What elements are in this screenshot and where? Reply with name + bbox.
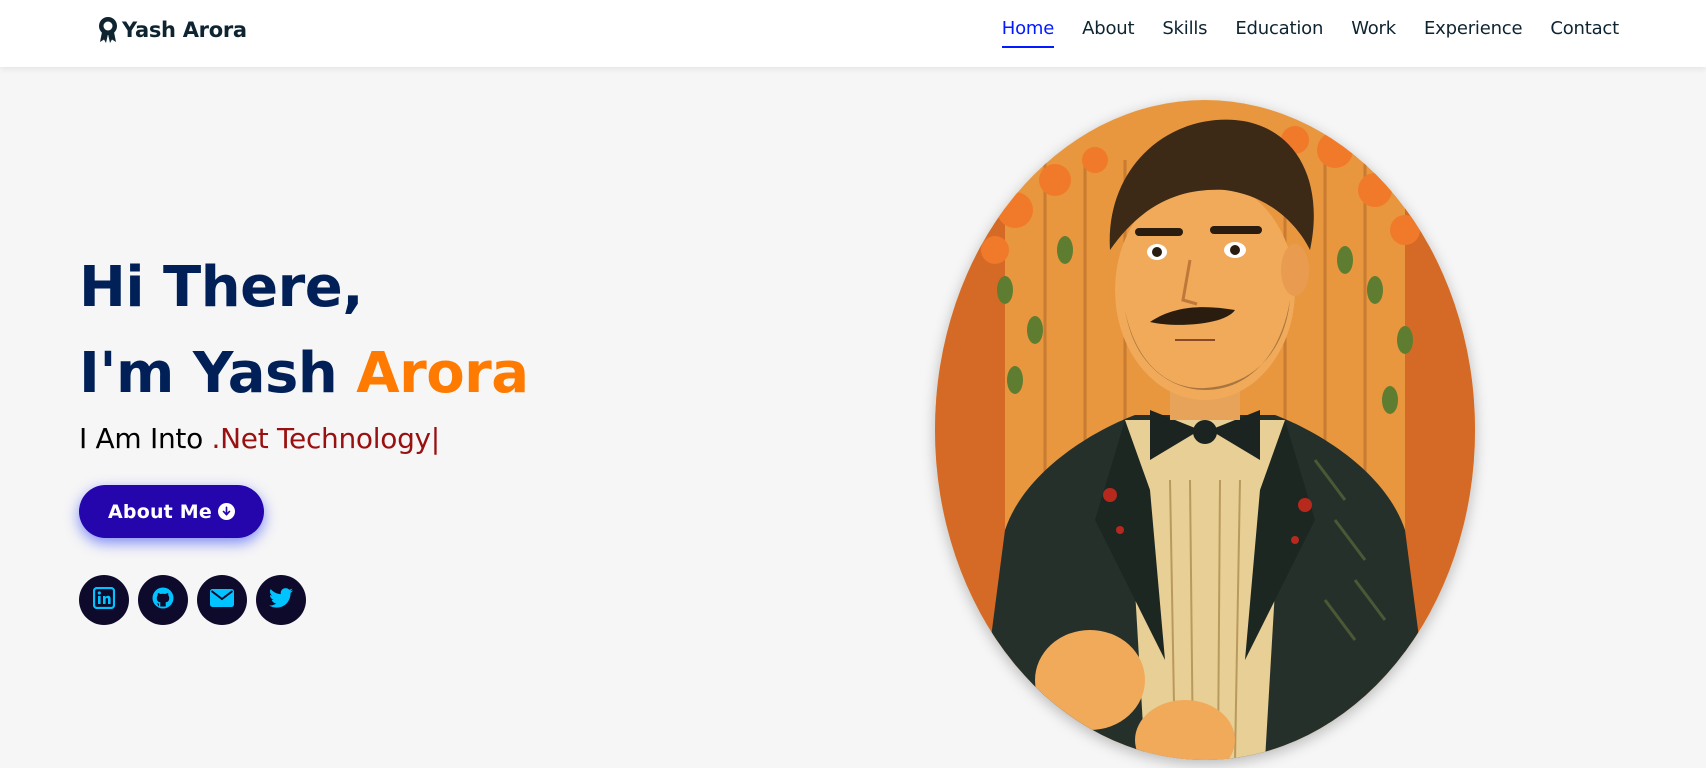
typing-prefix: I Am Into [79, 422, 212, 455]
github-icon [151, 586, 175, 614]
hero-greeting: Hi There, [79, 255, 363, 320]
envelope-icon [210, 589, 234, 611]
about-me-button[interactable]: About Me [79, 485, 264, 538]
about-me-label: About Me [108, 500, 212, 523]
github-link[interactable] [138, 575, 188, 625]
typing-line: I Am Into .Net Technology| [79, 422, 440, 455]
nav-home[interactable]: Home [1001, 18, 1054, 48]
nav-skills[interactable]: Skills [1162, 18, 1207, 48]
brand-name: Yash Arora [122, 18, 247, 42]
nav-contact[interactable]: Contact [1550, 18, 1619, 48]
hero-name-prefix: I'm Yash [79, 341, 357, 406]
linkedin-icon [92, 586, 116, 613]
twitter-link[interactable] [256, 575, 306, 625]
nav-experience[interactable]: Experience [1424, 18, 1523, 48]
hero-heading: Hi There, I'm Yash Arora [79, 245, 529, 417]
nav-education[interactable]: Education [1235, 18, 1323, 48]
award-icon [97, 16, 119, 44]
brand-logo-link[interactable]: Yash Arora [97, 14, 247, 46]
main-nav: Home About Skills Education Work Experie… [974, 18, 1619, 48]
profile-portrait [935, 100, 1475, 760]
social-links [79, 575, 306, 625]
arrow-down-circle-icon [217, 503, 235, 520]
linkedin-link[interactable] [79, 575, 129, 625]
site-header: Yash Arora Home About Skills Education W… [0, 0, 1706, 67]
hero-name-accent: Arora [356, 341, 529, 406]
nav-about[interactable]: About [1082, 18, 1134, 48]
email-link[interactable] [197, 575, 247, 625]
twitter-icon [269, 588, 293, 612]
typed-text: .Net Technology| [211, 422, 441, 455]
nav-work[interactable]: Work [1351, 18, 1396, 48]
